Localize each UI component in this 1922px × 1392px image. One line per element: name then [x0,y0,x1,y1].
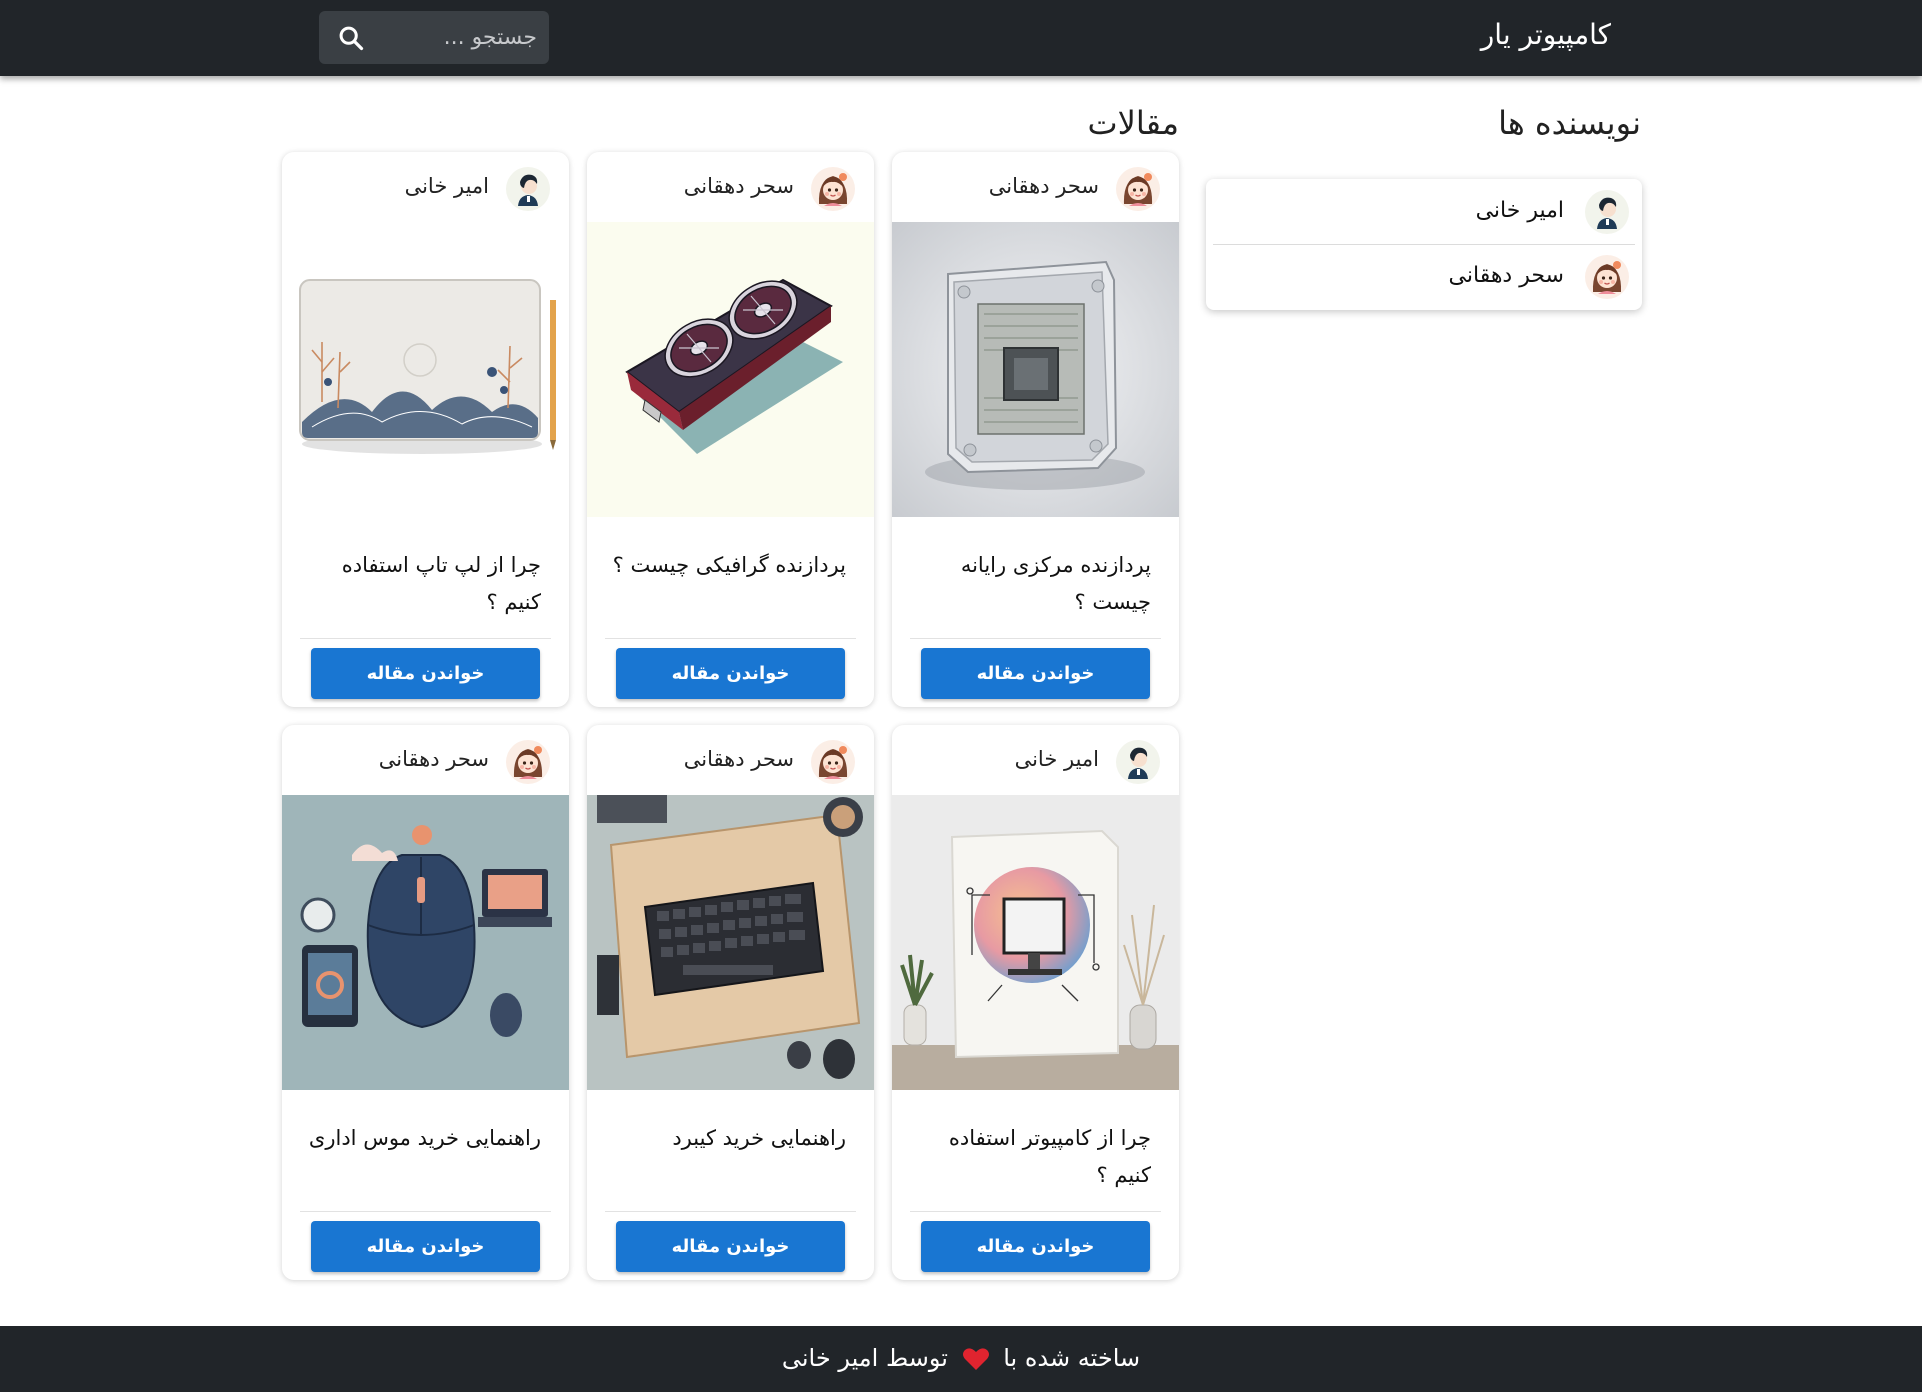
article-title: چرا از کامپیوتر استفاده کنیم ؟ [948,1126,1151,1187]
male-avatar-icon [1115,739,1161,785]
search-input[interactable] [387,11,537,64]
top-navbar: کامپیوتر یار [0,0,1922,76]
mouse-image[interactable] [282,795,569,1090]
female-avatar-icon [1115,166,1161,212]
female-avatar-icon [505,739,551,785]
article-author: سحر دهقانی [683,174,794,198]
heart-icon [962,1348,989,1370]
card-header: امیر خانی [892,725,1179,795]
read-article-button[interactable]: خواندن مقاله [311,648,540,699]
female-avatar-icon [810,739,856,785]
article-title: راهنمایی خرید موس اداری [308,1126,541,1150]
article-author: امیر خانی [1014,747,1099,771]
female-avatar-icon [1584,254,1630,300]
article-card: سحر دهقانی پردازنده مرکزی رایانه چیست ؟ … [892,152,1179,707]
article-title: چرا از لپ تاپ استفاده کنیم ؟ [341,553,541,614]
article-title: پردازنده گرافیکی چیست ؟ [612,553,846,577]
article-card: سحر دهقانی راهنمایی خرید موس اداری خواند… [282,725,569,1280]
read-article-button[interactable]: خواندن مقاله [921,1221,1150,1272]
footer-credit: ساخته شده با توسط امیر خانی [0,1344,1922,1372]
search-icon[interactable] [337,24,365,52]
article-author: سحر دهقانی [378,747,489,771]
card-header: سحر دهقانی [892,152,1179,222]
article-card: سحر دهقانی پردازنده گرافیکی چیست ؟ خواند… [587,152,874,707]
search-box [319,11,549,64]
footer-suffix: توسط امیر خانی [781,1344,948,1372]
card-divider [910,1211,1161,1212]
footer-prefix: ساخته شده با [1003,1344,1141,1372]
writers-list: امیر خانی سحر دهقانی [1206,179,1642,310]
card-header: امیر خانی [282,152,569,222]
computer-image[interactable] [892,795,1179,1090]
writer-name: امیر خانی [1475,198,1564,223]
keyboard-image[interactable] [587,795,874,1090]
article-title: پردازنده مرکزی رایانه چیست ؟ [960,553,1151,614]
card-divider [300,1211,551,1212]
writer-name: سحر دهقانی [1448,263,1564,288]
read-article-button[interactable]: خواندن مقاله [311,1221,540,1272]
articles-section-title: مقالات [1087,104,1179,142]
card-header: سحر دهقانی [587,152,874,222]
article-card: سحر دهقانی راهنمایی خرید کیبرد خواندن مق… [587,725,874,1280]
writers-section-title: نویسنده ها [1498,104,1641,142]
card-divider [605,638,856,639]
writer-item[interactable]: امیر خانی [1206,179,1642,244]
article-author: امیر خانی [404,174,489,198]
article-card: امیر خانی چرا از لپ تاپ استفاده کنیم ؟ خ… [282,152,569,707]
article-author: سحر دهقانی [988,174,1099,198]
writer-item[interactable]: سحر دهقانی [1206,244,1642,310]
card-divider [910,638,1161,639]
male-avatar-icon [1584,189,1630,235]
brand-logo-text[interactable]: کامپیوتر یار [1481,18,1611,51]
card-divider [605,1211,856,1212]
article-card: امیر خانی چرا از کامپیوتر استفاده کنیم ؟… [892,725,1179,1280]
male-avatar-icon [505,166,551,212]
page-footer: ساخته شده با توسط امیر خانی [0,1326,1922,1392]
card-header: سحر دهقانی [587,725,874,795]
female-avatar-icon [810,166,856,212]
read-article-button[interactable]: خواندن مقاله [616,648,845,699]
cpu-image[interactable] [892,222,1179,517]
article-author: سحر دهقانی [683,747,794,771]
read-article-button[interactable]: خواندن مقاله [921,648,1150,699]
card-header: سحر دهقانی [282,725,569,795]
card-divider [300,638,551,639]
article-title: راهنمایی خرید کیبرد [672,1126,846,1150]
laptop-image[interactable] [282,222,569,517]
gpu-image[interactable] [587,222,874,517]
read-article-button[interactable]: خواندن مقاله [616,1221,845,1272]
